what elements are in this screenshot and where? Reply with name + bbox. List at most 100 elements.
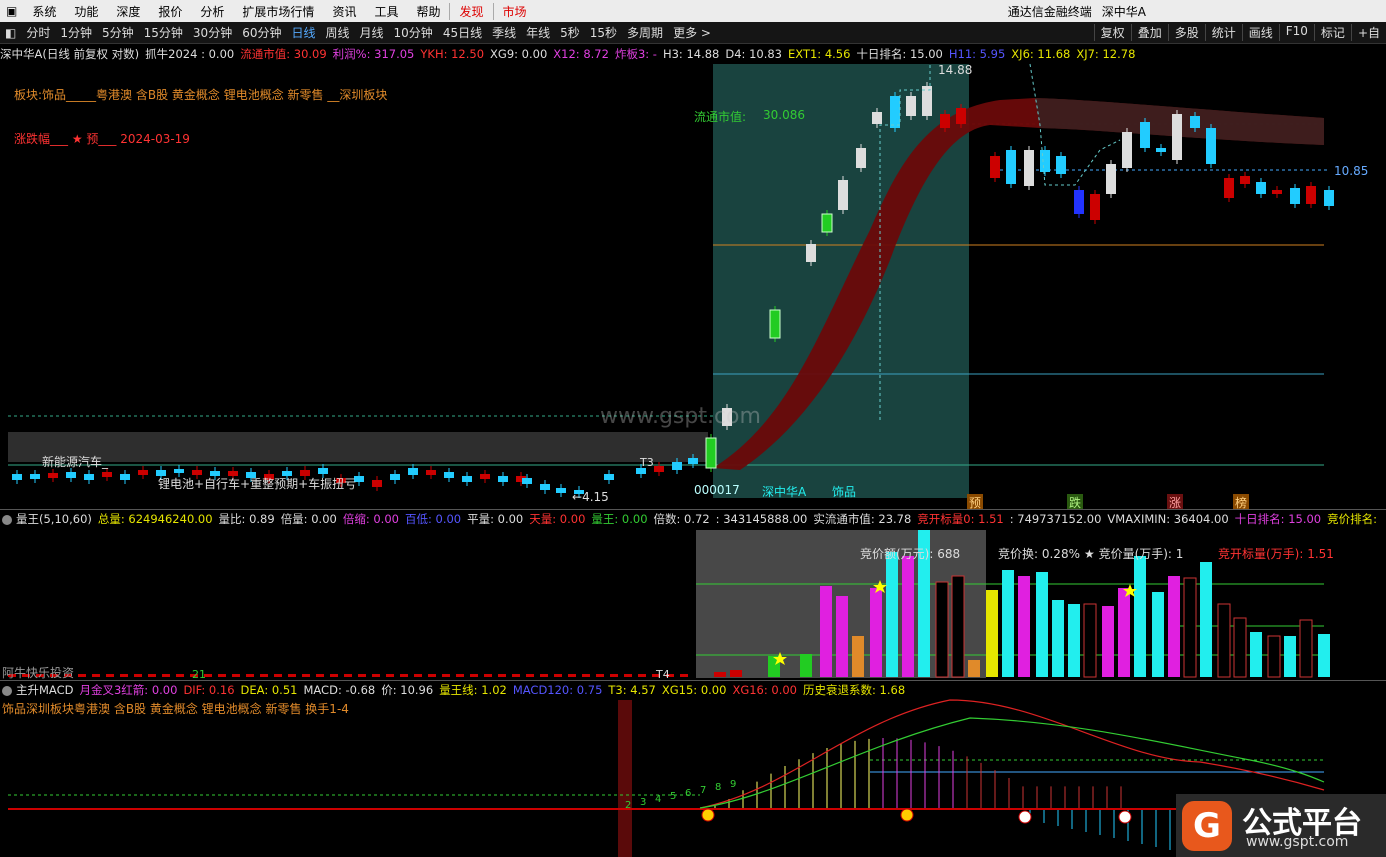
candle [856,148,866,168]
stock-sector: 饰品 [832,485,857,499]
indicator-value: 量王线: 1.02 [439,683,507,697]
candle [890,96,900,128]
collapse-icon[interactable] [2,514,12,525]
signal-icon [1018,810,1032,824]
candle [1006,150,1016,184]
volume-bar [1168,576,1180,677]
volume-bar [1018,576,1030,677]
candle [1156,148,1166,152]
volume-bar [428,674,436,677]
signal-icon [900,808,914,822]
indicator-value: 价: 10.96 [381,683,434,697]
volume-bar [1233,617,1247,678]
candle [540,484,550,490]
indicator-value: 总量: 624946240.00 [97,512,213,526]
candle [940,114,950,128]
indicator-value: 主升MACD [16,683,74,697]
candle [556,488,566,493]
volume-indicator-header: 量王(5,10,60) 总量: 624946240.00 量比: 0.89 倍量: 0… [0,509,1386,528]
low-price-label: ←4.15 [572,490,609,504]
volume-bar [218,674,226,677]
macd-sector-line: 饰品深圳板块粤港澳 含B股 黄金概念 锂电池概念 新零售 换手1-4 [2,702,349,716]
candle [1240,176,1250,184]
indicator-value: MACD: -0.68 [303,683,376,697]
volume-bar [1200,562,1212,677]
high-price-label: 14.88 [938,63,973,77]
volume-bar [800,654,812,677]
volume-bar [386,674,394,677]
volume-bar [820,586,832,677]
candle [1074,190,1084,214]
candle [102,472,112,477]
signal-icon [701,808,715,822]
indicator-value: 月金叉3红箭: 0.00 [79,683,178,697]
macd-number: 6 [685,788,691,799]
volume-bar [638,674,646,677]
highlight-zone [713,64,969,498]
logo-badge: G 公式平台 www.gspt.com [1176,794,1386,857]
candle [872,112,882,124]
volume-bar [1217,603,1231,678]
sector-line: 板块:饰品_____粤港澳 含B股 黄金概念 锂电池概念 新零售 __深圳板块 [14,88,388,102]
volume-bar [456,674,464,677]
volume-bar [986,590,998,677]
volume-bar [1284,636,1296,677]
volume-bar [1152,592,1164,677]
candle [12,474,22,480]
volume-bar [730,670,742,677]
candle [1056,156,1066,174]
collapse-icon[interactable] [2,685,12,696]
candle [48,473,58,478]
volume-bar [624,674,632,677]
volume-bar [902,556,914,677]
candle [462,476,472,482]
volume-bar [148,674,156,677]
t3-label: T3 [640,456,654,469]
volume-bar [1052,600,1064,677]
volume-bar [610,674,618,677]
candle [769,309,781,339]
indicator-value: 量比: 0.89 [218,512,275,526]
macd-indicator-header: 主升MACD 月金叉3红箭: 0.00 DIF: 0.16 DEA: 0.51 MACD… [0,680,1386,699]
indicator-value: T3: 4.57 [608,683,656,697]
watermark: www.gspt.com [600,404,761,429]
candle [138,470,148,475]
volume-bar [400,674,408,677]
volume-bar [302,674,310,677]
candle [1290,188,1300,204]
volume-bar [512,674,520,677]
macd-number: 9 [730,779,736,790]
candle [318,468,328,474]
stock-code: 000017 [694,483,740,497]
volume-bar [526,674,534,677]
auction-amount: 竞价额(万元): 688 [860,547,961,561]
volume-bar [1299,619,1313,678]
candle [688,458,698,464]
volume-bar [358,674,366,677]
candle [1306,186,1316,204]
volume-bar [330,674,338,677]
volume-bar [714,672,726,677]
candle [1206,128,1216,164]
candle [522,478,532,484]
volume-bar [935,581,949,678]
candle [604,474,614,480]
indicator-value: MACD120: 0.75 [512,683,603,697]
candle [1024,150,1034,186]
volume-bar [582,674,590,677]
indicator-value: XG15: 0.00 [661,683,727,697]
candle [444,472,454,478]
macd-number: 2 [625,800,631,811]
auction-turnover: 竞价换: 0.28% [998,547,1080,561]
logo-g-icon: G [1182,801,1232,851]
auction-open: 竞开标量(万手): 1.51 [1218,547,1334,561]
candle [390,474,400,480]
volume-bar [1002,570,1014,677]
auction-volume: ★ 竞价量(万手): 1 [1084,547,1184,561]
candle [480,474,490,479]
indicator-value: 平量: 0.00 [467,512,524,526]
volume-bar [1318,634,1330,677]
candle [1122,132,1132,168]
candle [498,476,508,482]
date-line: 涨跌幅___ ★ 预___ 2024-03-19 [14,132,190,146]
